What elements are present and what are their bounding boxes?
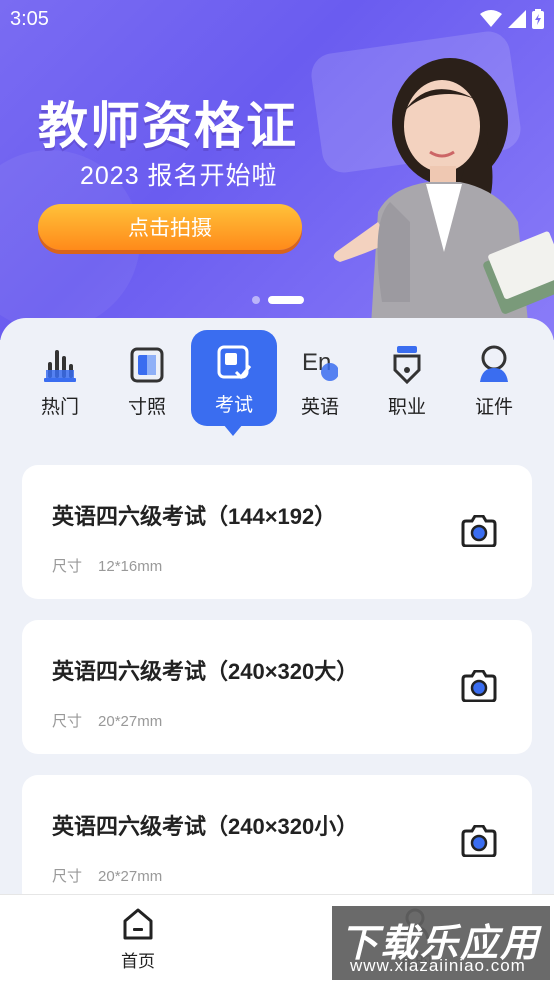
person-id-icon: [480, 345, 508, 382]
category-label: 证件: [474, 397, 513, 418]
category-label: 热门: [40, 397, 79, 418]
camera-icon[interactable]: [460, 515, 498, 547]
banner-title: 教师资格证: [38, 98, 298, 154]
category-hot[interactable]: 热门: [18, 332, 102, 426]
exam-check-icon: [217, 345, 252, 380]
home-icon: [123, 908, 153, 940]
banner-subtitle: 2023 报名开始啦: [80, 162, 278, 190]
teacher-illustration: [333, 58, 554, 340]
category-certificate[interactable]: 证件: [452, 332, 536, 426]
signal-icon: [508, 10, 526, 28]
status-bar: 3:05: [0, 0, 554, 40]
category-id-photo[interactable]: 寸照: [105, 332, 189, 426]
badge-icon: [393, 346, 421, 384]
spec-size-value: 12*16mm: [98, 558, 163, 575]
category-label: 英语: [300, 397, 339, 418]
spec-card[interactable]: 英语四六级考试（144×192） 尺寸 12*16mm: [22, 465, 532, 599]
banner-shoot-button[interactable]: 点击拍摄: [38, 204, 302, 250]
status-time: 3:05: [10, 8, 49, 30]
camera-icon[interactable]: [460, 825, 498, 857]
banner-dot-active[interactable]: [268, 296, 304, 304]
category-label: 寸照: [127, 397, 166, 418]
content-panel: 热门 寸照 考试 En 英语 职业 证件 英语四六级考试（144×192） 尺寸…: [0, 318, 554, 909]
spec-title: 英语四六级考试（240×320小）: [52, 814, 359, 839]
category-career[interactable]: 职业: [365, 332, 449, 426]
wifi-icon: [480, 10, 502, 27]
banner-dot[interactable]: [252, 296, 260, 304]
watermark: 下载乐应用 www.xiazaiiniao.com: [332, 906, 550, 980]
spec-size: 尺寸 12*16mm: [52, 555, 162, 576]
bar-chart-icon: [44, 350, 76, 382]
status-icons: [480, 9, 544, 29]
spec-size-label: 尺寸: [52, 868, 83, 885]
category-label: 考试: [214, 395, 253, 416]
tab-home-label: 首页: [121, 952, 155, 971]
category-exam[interactable]: 考试: [191, 330, 277, 436]
watermark-url: www.xiazaiiniao.com: [350, 956, 526, 975]
spec-size-label: 尺寸: [52, 558, 83, 575]
spec-size: 尺寸 20*27mm: [52, 710, 162, 731]
camera-icon[interactable]: [460, 670, 498, 702]
spec-size-value: 20*27mm: [98, 713, 163, 730]
spec-size-label: 尺寸: [52, 713, 83, 730]
spec-size-value: 20*27mm: [98, 868, 163, 885]
category-english[interactable]: En 英语: [278, 332, 362, 426]
spec-title: 英语四六级考试（144×192）: [52, 504, 337, 529]
spec-title: 英语四六级考试（240×320大）: [52, 659, 359, 684]
banner-pagination: [252, 296, 304, 304]
battery-icon: [532, 9, 544, 29]
photo-frame-icon: [130, 347, 164, 383]
spec-card[interactable]: 英语四六级考试（240×320大） 尺寸 20*27mm: [22, 620, 532, 754]
spec-card[interactable]: 英语四六级考试（240×320小） 尺寸 20*27mm: [22, 775, 532, 909]
banner[interactable]: 3:05 教师资格证 2023 报名开始啦 点击拍摄: [0, 0, 554, 340]
english-en-icon: En: [302, 349, 338, 381]
category-bar: 热门 寸照 考试 En 英语 职业 证件: [0, 330, 554, 436]
category-label: 职业: [387, 397, 426, 418]
spec-size: 尺寸 20*27mm: [52, 865, 162, 886]
